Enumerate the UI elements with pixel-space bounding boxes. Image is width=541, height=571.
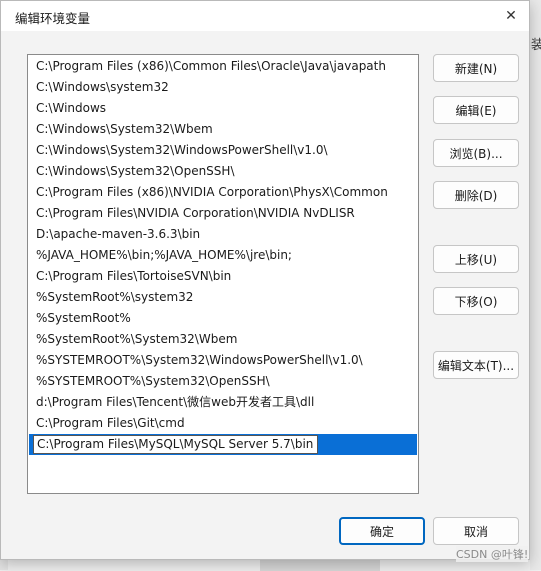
browse-button[interactable]: 浏览(B)... (433, 139, 519, 167)
delete-button[interactable]: 删除(D) (433, 181, 519, 209)
list-item[interactable]: C:\Program Files\Git\cmd (29, 413, 417, 434)
list-item[interactable]: C:\Program Files (x86)\Common Files\Orac… (29, 56, 417, 77)
list-item[interactable]: C:\Program Files (x86)\NVIDIA Corporatio… (29, 182, 417, 203)
background-window (530, 0, 541, 570)
list-item[interactable]: C:\Program Files\NVIDIA Corporation\NVID… (29, 203, 417, 224)
move-up-button[interactable]: 上移(U) (433, 245, 519, 273)
title-bar: 编辑环境变量 ✕ (1, 1, 529, 31)
list-item[interactable]: D:\apache-maven-3.6.3\bin (29, 224, 417, 245)
list-item[interactable]: C:\Windows\System32\OpenSSH\ (29, 161, 417, 182)
list-item[interactable]: C:\Program Files\TortoiseSVN\bin (29, 266, 417, 287)
list-item[interactable]: C:\Windows\System32\WindowsPowerShell\v1… (29, 140, 417, 161)
close-icon: ✕ (505, 8, 517, 24)
ok-button[interactable]: 确定 (339, 517, 425, 545)
list-item[interactable]: %SYSTEMROOT%\System32\OpenSSH\ (29, 371, 417, 392)
new-button[interactable]: 新建(N) (433, 54, 519, 82)
list-item-editing[interactable]: C:\Program Files\MySQL\MySQL Server 5.7\… (29, 434, 417, 455)
list-item[interactable]: %JAVA_HOME%\bin;%JAVA_HOME%\jre\bin; (29, 245, 417, 266)
list-item[interactable]: %SystemRoot% (29, 308, 417, 329)
edit-env-var-dialog: 编辑环境变量 ✕ C:\Program Files (x86)\Common F… (0, 0, 530, 560)
list-item[interactable]: C:\Windows\system32 (29, 77, 417, 98)
list-item[interactable]: C:\Windows (29, 98, 417, 119)
edit-text-button[interactable]: 编辑文本(T)... (433, 351, 519, 379)
background-text: 装 (531, 38, 541, 53)
path-edit-input[interactable]: C:\Program Files\MySQL\MySQL Server 5.7\… (33, 435, 318, 454)
list-item[interactable]: %SystemRoot%\System32\Wbem (29, 329, 417, 350)
list-item[interactable]: d:\Program Files\Tencent\微信web开发者工具\dll (29, 392, 417, 413)
close-button[interactable]: ✕ (499, 4, 523, 28)
watermark: CSDN @叶锋! (456, 546, 529, 562)
list-item[interactable]: C:\Windows\System32\Wbem (29, 119, 417, 140)
edit-button[interactable]: 编辑(E) (433, 96, 519, 124)
cancel-button[interactable]: 取消 (433, 517, 519, 545)
move-down-button[interactable]: 下移(O) (433, 287, 519, 315)
path-list[interactable]: C:\Program Files (x86)\Common Files\Orac… (27, 54, 419, 494)
list-item[interactable]: %SYSTEMROOT%\System32\WindowsPowerShell\… (29, 350, 417, 371)
list-item[interactable]: %SystemRoot%\system32 (29, 287, 417, 308)
dialog-title: 编辑环境变量 (15, 11, 91, 26)
